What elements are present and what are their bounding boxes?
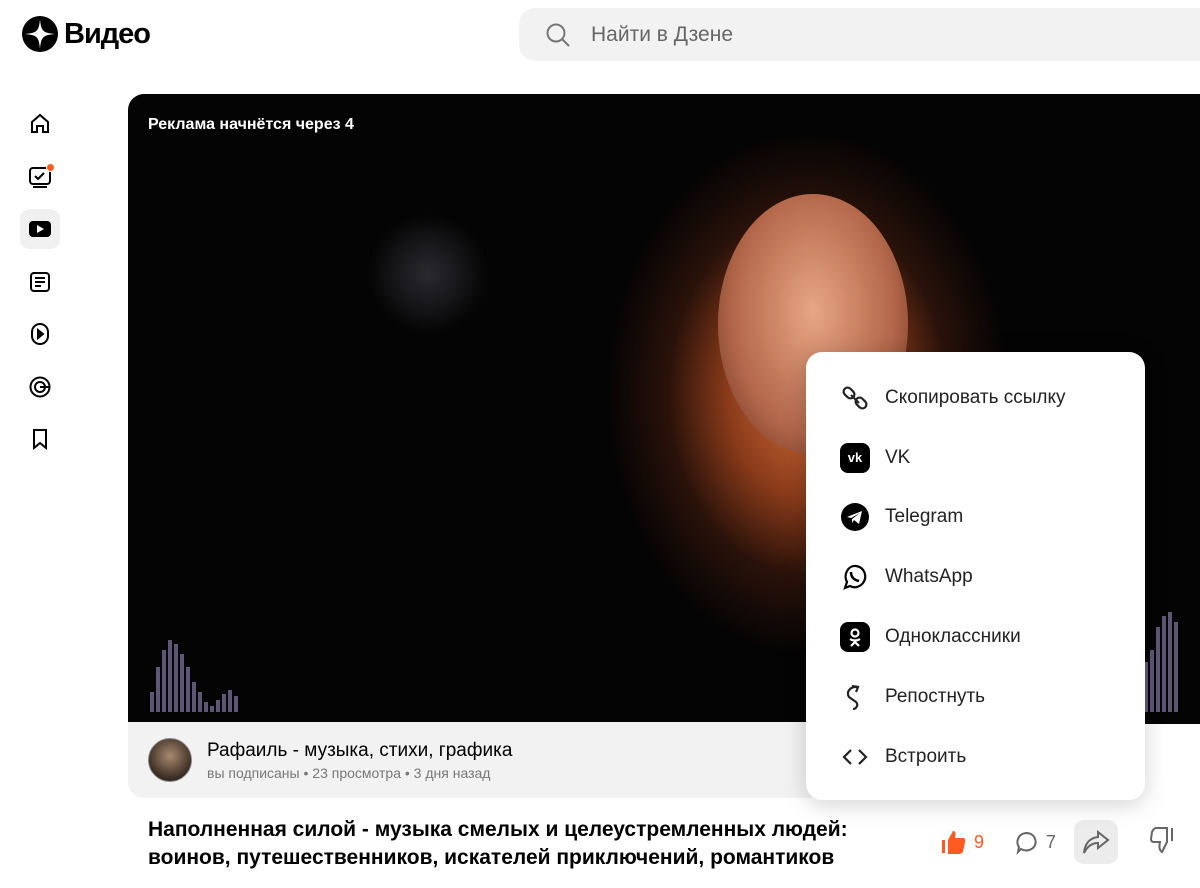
notification-badge: [46, 162, 55, 172]
share-repost[interactable]: Репостнуть: [806, 667, 1145, 727]
sidebar-item-shorts[interactable]: [20, 314, 60, 354]
video-icon: [29, 221, 51, 237]
ad-countdown: Реклама начнётся через 4: [148, 116, 354, 133]
sidebar: [20, 104, 60, 472]
sidebar-item-bookmarks[interactable]: [20, 419, 60, 459]
ok-icon: [840, 622, 870, 653]
thumbs-down-icon: [1150, 826, 1174, 853]
vk-icon: vk: [840, 442, 870, 473]
dislike-button[interactable]: [1148, 825, 1178, 860]
avatar[interactable]: [148, 738, 192, 782]
search-placeholder: Найти в Дзене: [591, 22, 734, 46]
share-embed[interactable]: Встроить: [806, 727, 1145, 787]
comment-count: 7: [1046, 831, 1057, 852]
sidebar-item-channels[interactable]: [20, 367, 60, 407]
shorts-icon: [31, 323, 49, 345]
whatsapp-icon: [843, 565, 867, 591]
action-bar: 9 7: [940, 820, 1178, 864]
sidebar-item-home[interactable]: [20, 104, 60, 144]
share-vk[interactable]: vk VK: [806, 428, 1145, 488]
articles-icon: [30, 271, 50, 292]
logo[interactable]: Видео: [22, 16, 151, 52]
audio-visualizer-left: [150, 640, 238, 712]
sidebar-item-video[interactable]: [20, 209, 60, 249]
embed-icon: [842, 748, 868, 765]
channel-meta: вы подписаны • 23 просмотра • 3 дня наза…: [207, 764, 491, 781]
like-button[interactable]: 9: [940, 828, 984, 856]
share-copy-link[interactable]: Скопировать ссылку: [806, 368, 1145, 428]
thumbs-up-icon: [942, 831, 966, 854]
bookmark-icon: [33, 429, 47, 451]
zen-logo-icon: [22, 16, 58, 52]
share-button[interactable]: [1074, 820, 1119, 864]
comments-button[interactable]: 7: [1012, 828, 1056, 856]
channels-icon: [29, 376, 51, 397]
comment-icon: [1016, 831, 1037, 856]
share-whatsapp[interactable]: WhatsApp: [806, 547, 1145, 607]
search-input[interactable]: Найти в Дзене: [519, 8, 1200, 61]
share-odnoklassniki[interactable]: Одноклассники: [806, 607, 1145, 667]
channel-name[interactable]: Рафаиль - музыка, стихи, графика: [207, 740, 512, 762]
share-telegram[interactable]: Telegram: [806, 488, 1145, 548]
search-icon: [546, 23, 570, 47]
sidebar-item-subscriptions[interactable]: [20, 157, 60, 197]
link-icon: [842, 386, 868, 410]
share-icon: [1083, 829, 1110, 854]
sidebar-item-articles[interactable]: [20, 262, 60, 302]
channel-bar: Рафаиль - музыка, стихи, графика вы подп…: [128, 722, 828, 798]
video-title: Наполненная силой - музыка смелых и целе…: [148, 818, 848, 869]
share-menu: Скопировать ссылку vk VK Telegram WhatsAp…: [806, 352, 1145, 800]
repost-icon: [846, 684, 860, 710]
like-count: 9: [974, 831, 985, 852]
home-icon: [31, 113, 49, 133]
logo-text: Видео: [64, 17, 151, 50]
telegram-icon: [841, 503, 869, 532]
